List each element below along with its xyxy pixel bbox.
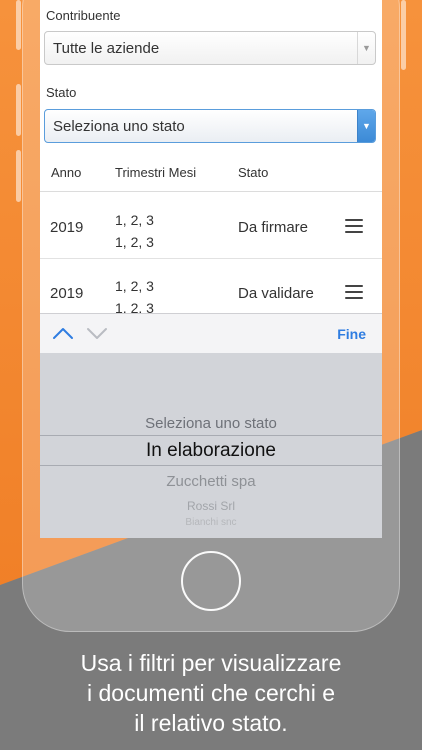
row-state: Da firmare (238, 219, 309, 236)
home-button (181, 551, 241, 611)
picker-option[interactable]: Rossi Srl (40, 499, 382, 513)
column-header-anno: Anno (51, 165, 82, 180)
chevron-down-icon: ▼ (357, 110, 375, 142)
chevron-down-icon[interactable] (86, 324, 108, 342)
picker-option[interactable]: Zucchetti spa (40, 473, 382, 490)
picker-toolbar: Fine (40, 313, 382, 353)
picker-option[interactable]: Seleziona uno stato (40, 415, 382, 432)
hamburger-icon[interactable] (345, 219, 363, 233)
caption-line: Usa i filtri per visualizzare (80, 650, 342, 676)
table-row[interactable]: 2019 1, 2, 3 1, 2, 3 Da firmare (40, 193, 382, 259)
picker-wheel[interactable]: Seleziona uno stato In elaborazione Zucc… (40, 353, 382, 538)
caption-text: Usa i filtri per visualizzare i document… (0, 648, 422, 738)
row-months-line: 1, 2, 3 (115, 212, 154, 228)
column-header-stato: Stato (238, 165, 269, 180)
row-state: Da validare (238, 285, 314, 302)
picker-option[interactable]: Bianchi snc (40, 517, 382, 528)
phone-side-button (16, 0, 21, 50)
row-months: 1, 2, 3 1, 2, 3 (115, 209, 154, 253)
contribuente-select-value: Tutte le aziende (53, 40, 160, 57)
contribuente-label: Contribuente (46, 8, 121, 23)
column-header-trimestri-mesi: Trimestri Mesi (115, 165, 197, 180)
caption-line: i documenti che cerchi e (86, 680, 335, 706)
caption-line: il relativo stato. (134, 710, 288, 736)
phone-volume-up-button (16, 84, 21, 136)
chevron-down-icon: ▼ (357, 32, 375, 64)
hamburger-icon[interactable] (345, 285, 363, 299)
row-months-line: 1, 2, 3 (115, 234, 154, 250)
stato-select[interactable]: Seleziona uno stato ▼ (44, 109, 376, 143)
table-header: Anno Trimestri Mesi Stato (40, 150, 382, 192)
chevron-up-icon[interactable] (52, 324, 74, 342)
phone-power-button (401, 0, 406, 70)
app-screen: Contribuente Tutte le aziende ▼ Stato Se… (40, 0, 382, 538)
row-year: 2019 (50, 285, 84, 302)
contribuente-select[interactable]: Tutte le aziende ▼ (44, 31, 376, 65)
stato-label: Stato (46, 85, 77, 100)
phone-volume-down-button (16, 150, 21, 202)
picker-option-selected[interactable]: In elaborazione (40, 440, 382, 462)
done-button[interactable]: Fine (337, 326, 366, 342)
stato-select-value: Seleziona uno stato (53, 118, 185, 135)
row-year: 2019 (50, 219, 84, 236)
row-months-line: 1, 2, 3 (115, 278, 154, 294)
